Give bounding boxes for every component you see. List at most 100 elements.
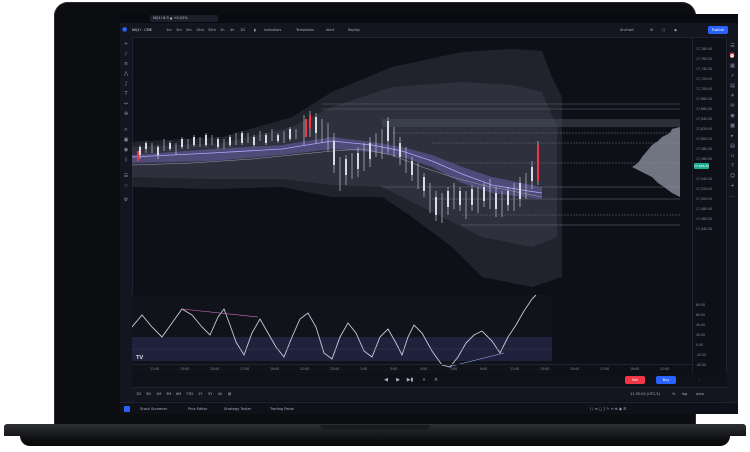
settings-icon[interactable]: ⚙ xyxy=(650,26,653,34)
lock-icon[interactable]: ▣ xyxy=(123,137,129,143)
browser-tab[interactable]: NQ1! 8.9 ▲ +0.02% xyxy=(150,15,218,22)
range-5y[interactable]: 5Y xyxy=(208,391,212,398)
current-price-tag: 17,665.25 xyxy=(694,163,710,169)
price-label: 17,740.00 xyxy=(696,67,713,71)
price-label: 17,640.00 xyxy=(696,117,713,121)
percent-toggle[interactable]: % xyxy=(672,391,675,398)
range-1d[interactable]: 1D xyxy=(136,391,141,398)
settings-icon[interactable]: ⚙ xyxy=(123,197,129,203)
alert-button[interactable]: Alert xyxy=(326,26,334,34)
range-1y[interactable]: 1Y xyxy=(198,391,202,398)
range-all[interactable]: All xyxy=(218,391,222,398)
range-5d[interactable]: 5D xyxy=(146,391,151,398)
crosshair-icon[interactable]: + xyxy=(123,41,129,47)
pattern-icon[interactable]: ⋀ xyxy=(123,71,129,77)
interval-4h[interactable]: 4h xyxy=(230,26,234,34)
time-label: 17:00 xyxy=(240,367,250,371)
people-icon[interactable]: ☺ xyxy=(729,173,736,180)
osc-label: 80.00 xyxy=(696,303,706,307)
replay-forward-icon[interactable]: ▶▮ xyxy=(406,376,414,384)
menu-icon[interactable]: ● xyxy=(122,26,127,34)
interval-1h[interactable]: 1h xyxy=(220,26,224,34)
help-icon[interactable]: ? xyxy=(729,163,736,170)
range-ytd[interactable]: YTD xyxy=(186,391,193,398)
replay-back-icon[interactable]: ◀ xyxy=(382,376,390,384)
fullscreen-icon[interactable]: ▢ xyxy=(662,26,665,34)
watchlist-icon[interactable]: ☰ xyxy=(729,43,736,50)
range-bar: 1D 5D 1M 3M 6M YTD 1Y 5Y All ▤ 11:35:00 … xyxy=(132,387,727,401)
tree-icon[interactable]: ☰ xyxy=(123,173,129,179)
symbol-search[interactable]: NQ1! · CME xyxy=(132,26,152,34)
camera-icon[interactable]: ◉ xyxy=(674,26,677,34)
range-6m[interactable]: 6M xyxy=(176,391,181,398)
ideas-icon[interactable]: ☀ xyxy=(729,93,736,100)
time-label: 5:00 xyxy=(420,367,428,371)
timestamp: 11:35:00 (UTC-5) xyxy=(630,392,660,396)
indicators-button[interactable]: Indicators xyxy=(264,26,281,34)
fib-icon[interactable]: ≡ xyxy=(123,61,129,67)
more-icon[interactable]: … xyxy=(729,193,736,200)
trendline-icon[interactable]: ∕ xyxy=(123,51,129,57)
order-panel-icon[interactable]: ▸ xyxy=(729,133,736,140)
chat-icon[interactable]: ✉ xyxy=(729,103,736,110)
publish-button[interactable]: Publish xyxy=(708,26,728,34)
tab-trading-panel[interactable]: Trading Panel xyxy=(270,405,294,413)
screener-icon[interactable]: ▩ xyxy=(729,123,736,130)
bottom-panel-icon[interactable] xyxy=(124,406,130,412)
news-icon[interactable]: ▫ xyxy=(729,153,736,160)
data-window-icon[interactable]: ▦ xyxy=(729,63,736,70)
range-3m[interactable]: 3M xyxy=(166,391,171,398)
interval-15m[interactable]: 15m xyxy=(196,26,204,34)
alerts-icon[interactable]: ⏰ xyxy=(729,53,736,60)
replay-button[interactable]: Replay xyxy=(348,26,360,34)
add-icon[interactable]: + xyxy=(729,183,736,190)
time-label: 15:00 xyxy=(570,367,580,371)
magnet-icon[interactable]: ∩ xyxy=(123,127,129,133)
price-label: 17,440.00 xyxy=(696,227,713,231)
replay-close-icon[interactable]: × xyxy=(432,376,440,384)
auto-toggle[interactable]: auto xyxy=(696,391,704,398)
price-label: 17,500.00 xyxy=(696,197,713,201)
tab-pine-editor[interactable]: Pine Editor xyxy=(188,405,207,413)
interval-1d[interactable]: 1D xyxy=(240,26,245,34)
buy-button[interactable]: Buy xyxy=(656,376,676,384)
ruler-icon[interactable]: ↔ xyxy=(123,101,129,107)
replay-play-icon[interactable]: ▶ xyxy=(394,376,402,384)
tab-stock-screener[interactable]: Stock Screener xyxy=(140,405,167,413)
eye-icon[interactable]: ◉ xyxy=(123,147,129,153)
goto-date-icon[interactable]: ▤ xyxy=(228,391,231,398)
templates-button[interactable]: Templates xyxy=(296,26,314,34)
dom-icon[interactable]: ▤ xyxy=(729,143,736,150)
hotlist-icon[interactable]: ⚡ xyxy=(729,73,736,80)
log-toggle[interactable]: log xyxy=(682,391,687,398)
notifications-icon[interactable]: ◉ xyxy=(729,113,736,120)
replay-speed-icon[interactable]: » xyxy=(420,376,428,384)
layout-button[interactable]: Anchart xyxy=(620,26,634,34)
osc-label: 0.00 xyxy=(696,343,704,347)
time-label: 3:00 xyxy=(390,367,398,371)
zoom-icon[interactable]: ⊕ xyxy=(123,111,129,117)
drawing-tools-strip-icon[interactable]: ∕ ∕ ≡ ▢ ∫ ✎ ↔ ⊕ ◉ ☰ xyxy=(590,405,626,413)
price-label: 17,520.00 xyxy=(696,187,713,191)
price-label: 17,720.00 xyxy=(696,77,713,81)
text-icon[interactable]: T xyxy=(123,91,129,97)
tradingview-screen: NQ1! 8.9 ▲ +0.02% ● NQ1! · CME 1m 3m 5m … xyxy=(120,14,738,414)
sell-button[interactable]: Sell xyxy=(625,376,645,384)
interval-3m[interactable]: 3m xyxy=(176,26,182,34)
chart-type-icon[interactable]: ▮ xyxy=(254,26,256,34)
time-label: 21:00 xyxy=(300,367,310,371)
tab-strategy-tester[interactable]: Strategy Tester xyxy=(224,405,251,413)
interval-5m[interactable]: 5m xyxy=(186,26,192,34)
interval-1m[interactable]: 1m xyxy=(166,26,172,34)
calendar-icon[interactable]: ▤ xyxy=(729,83,736,90)
star-icon[interactable]: ☆ xyxy=(123,183,129,189)
interval-30m[interactable]: 30m xyxy=(208,26,216,34)
replay-menu-icon[interactable]: ⋮ xyxy=(684,376,714,384)
price-axis[interactable]: 17,780.00 17,760.00 17,740.00 17,720.00 … xyxy=(692,37,728,373)
browser-tab-bar: NQ1! 8.9 ▲ +0.02% xyxy=(120,14,738,23)
range-1m[interactable]: 1M xyxy=(156,391,161,398)
price-chart[interactable] xyxy=(132,37,692,373)
brush-icon[interactable]: ∫ xyxy=(123,81,129,87)
trash-icon[interactable]: ▯ xyxy=(123,157,129,163)
price-label: 17,540.00 xyxy=(696,177,713,181)
